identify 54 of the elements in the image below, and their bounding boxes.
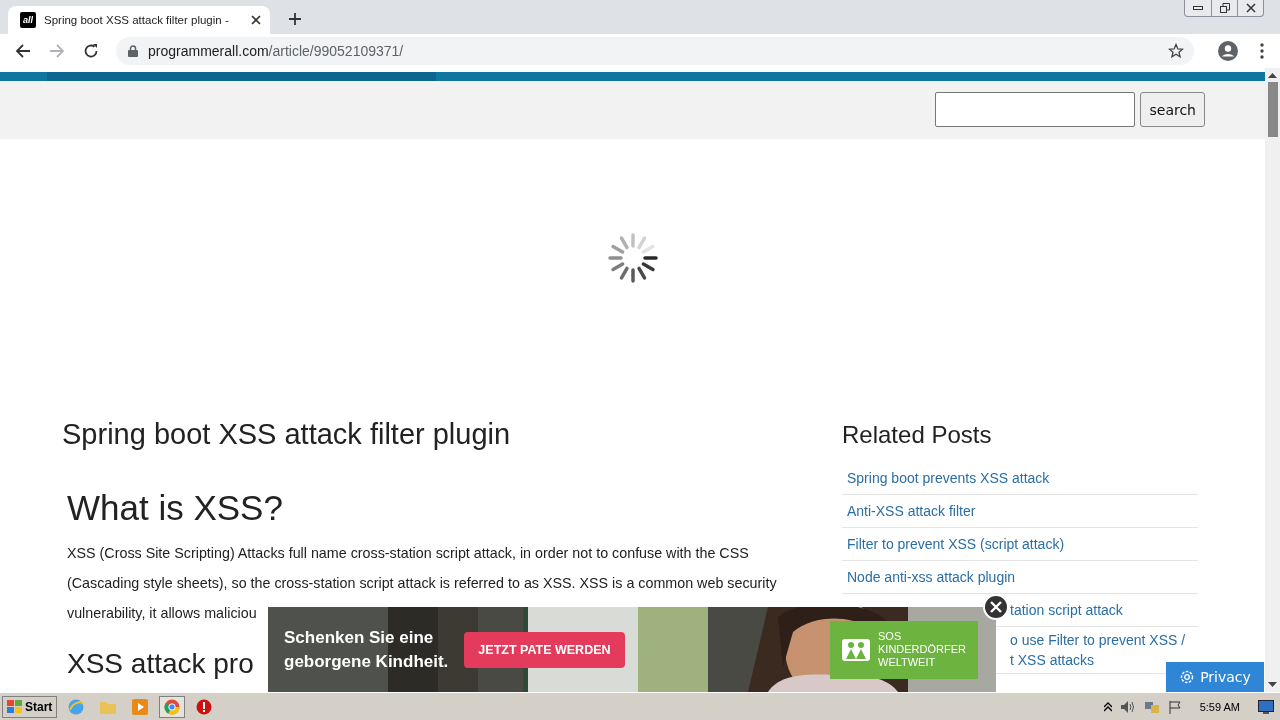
sponsor-button[interactable]: JETZT PATE WERDEN bbox=[464, 631, 625, 668]
plus-icon[interactable] bbox=[288, 12, 302, 26]
loading-spinner-icon bbox=[606, 232, 659, 285]
monitor-icon[interactable] bbox=[1258, 699, 1274, 714]
minimize-icon bbox=[1193, 5, 1203, 11]
flag-icon[interactable] bbox=[1167, 699, 1182, 714]
start-button[interactable]: Start bbox=[2, 695, 58, 718]
address-bar[interactable]: programmerall.com/article/99052109371/ bbox=[116, 37, 1194, 65]
url-text: programmerall.com/article/99052109371/ bbox=[148, 43, 405, 59]
paragraph-line: (Cascading style sheets), so the cross-station script attack is referred to as XSS. XSS is a common web security bbox=[67, 574, 778, 593]
related-post-link[interactable]: Spring boot prevents XSS attack bbox=[847, 468, 1198, 488]
browser-tab[interactable]: all Spring boot XSS attack filter plugin - bbox=[8, 6, 270, 34]
search-field[interactable] bbox=[935, 92, 1136, 128]
related-posts-title: Related Posts bbox=[842, 420, 993, 450]
paragraph-line: vulnerability, it allows maliciou bbox=[67, 604, 258, 623]
ad-banner[interactable]: Schenken Sie eine geborgene Kindheit. JETZT PATE WERDEN SOS KINDERDÖRFER WELTWEIT bbox=[268, 607, 996, 692]
menu-icon[interactable] bbox=[1260, 43, 1264, 59]
related-post-link[interactable]: o use Filter to prevent XSS / bbox=[1010, 630, 1198, 650]
paragraph-line: XSS (Cross Site Scripting) Attacks full name cross-station script attack, in order not to confuse with the CSS bbox=[67, 544, 750, 563]
windows-logo-icon bbox=[7, 699, 23, 714]
site-favicon: all bbox=[20, 12, 36, 28]
gear-icon bbox=[1179, 669, 1196, 685]
lock-icon bbox=[128, 45, 138, 57]
caret-up-icon[interactable] bbox=[1103, 701, 1112, 712]
back-arrow-icon bbox=[15, 43, 31, 59]
caret-down-icon[interactable] bbox=[1268, 682, 1277, 687]
close-icon bbox=[1245, 3, 1256, 13]
star-icon[interactable] bbox=[1168, 43, 1184, 59]
close-icon bbox=[990, 601, 1002, 613]
article-title: Spring boot XSS attack filter plugin bbox=[62, 418, 512, 450]
close-icon[interactable] bbox=[250, 14, 262, 26]
restore-icon bbox=[1219, 3, 1230, 13]
network-icon[interactable] bbox=[1143, 699, 1160, 714]
ad-headline: Schenken Sie eine geborgene Kindheit. bbox=[284, 626, 449, 673]
related-post-link[interactable]: Filter to prevent XSS (script attack) bbox=[847, 534, 1198, 554]
scrollbar-thumb[interactable] bbox=[1267, 82, 1278, 137]
privacy-button[interactable]: Privacy bbox=[1166, 662, 1264, 692]
reload-icon bbox=[83, 43, 99, 59]
related-post-link[interactable]: tation script attack bbox=[1010, 600, 1198, 620]
related-post-link[interactable]: Anti-XSS attack filter bbox=[847, 501, 1198, 521]
section-heading: What is XSS? bbox=[67, 487, 283, 529]
logo-text: SOS KINDERDÖRFER WELTWEIT bbox=[878, 630, 966, 669]
scrollbar[interactable] bbox=[1265, 68, 1280, 692]
close-ad-button[interactable] bbox=[983, 594, 1009, 620]
account-icon[interactable] bbox=[1218, 41, 1238, 61]
clock[interactable]: 5:59 AM bbox=[1199, 700, 1240, 713]
search-button[interactable]: search bbox=[1140, 92, 1205, 128]
related-post-link[interactable]: Node anti-xss attack plugin bbox=[847, 567, 1198, 587]
caret-up-icon[interactable] bbox=[1268, 73, 1277, 78]
forward-arrow-icon bbox=[49, 43, 65, 59]
section-heading: XSS attack pro bbox=[67, 647, 254, 681]
tab-title: Spring boot XSS attack filter plugin - bbox=[44, 14, 230, 26]
speaker-icon[interactable] bbox=[1119, 699, 1136, 714]
children-icon bbox=[842, 638, 870, 661]
